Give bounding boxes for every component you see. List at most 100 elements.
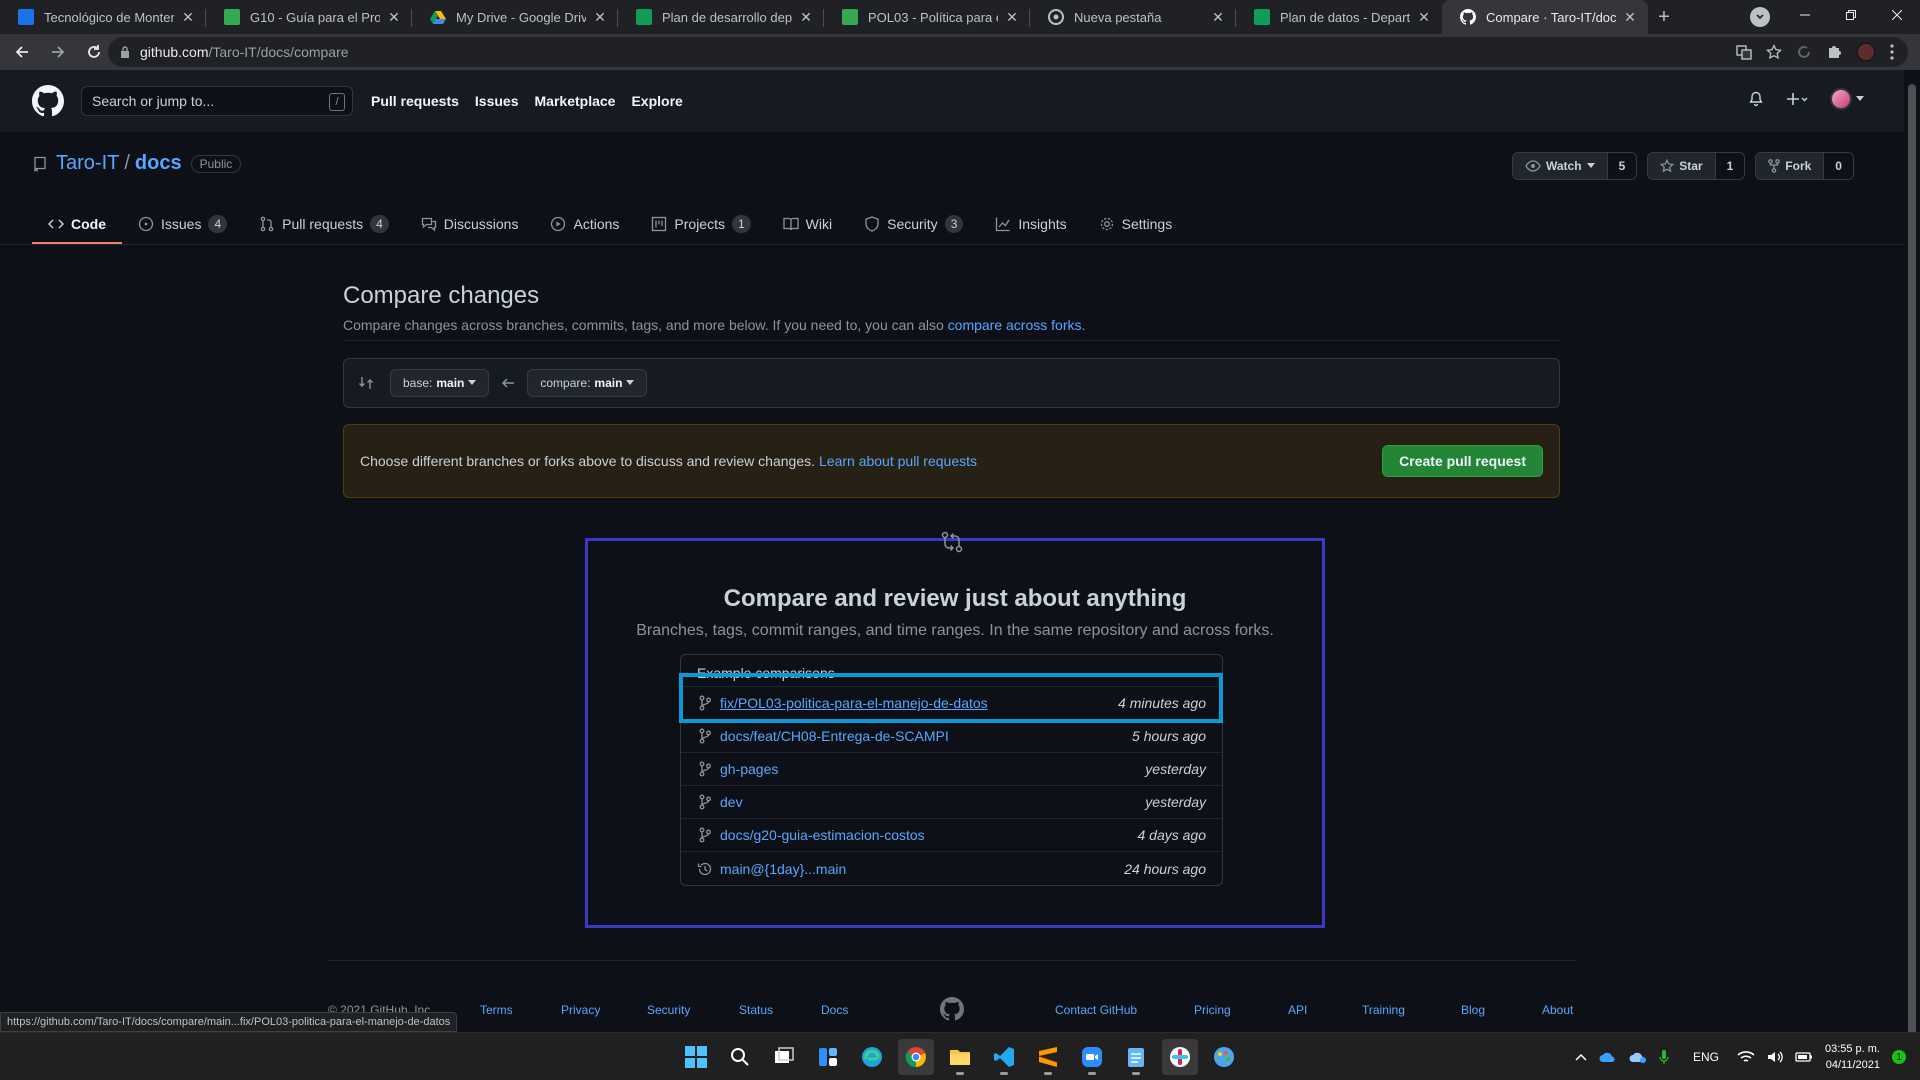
footer-link-security[interactable]: Security: [647, 1003, 690, 1017]
tab-projects[interactable]: Projects 1: [635, 204, 766, 244]
browser-tab[interactable]: My Drive - Google Drive ✕: [412, 0, 618, 34]
browser-tab[interactable]: Tecnológico de Monterrey ✕: [0, 0, 206, 34]
github-mark-icon[interactable]: [940, 997, 964, 1021]
tab-close-icon[interactable]: ✕: [1004, 9, 1020, 25]
browser-tab[interactable]: Nueva pestaña ✕: [1030, 0, 1236, 34]
footer-link-docs[interactable]: Docs: [821, 1003, 848, 1017]
volume-icon[interactable]: [1767, 1050, 1783, 1064]
tab-code[interactable]: Code: [32, 204, 122, 244]
tab-close-icon[interactable]: ✕: [180, 9, 196, 25]
tab-insights[interactable]: Insights: [979, 204, 1082, 244]
taskbar-app[interactable]: [1162, 1039, 1198, 1075]
task-view-button[interactable]: [766, 1039, 802, 1075]
tab-close-icon[interactable]: ✕: [1210, 9, 1226, 25]
restore-button[interactable]: [1828, 0, 1874, 30]
compare-across-forks-link[interactable]: compare across forks.: [948, 317, 1086, 333]
taskbar-app[interactable]: [898, 1039, 934, 1075]
list-item[interactable]: dev yesterday: [681, 786, 1222, 819]
wifi-icon[interactable]: [1737, 1050, 1755, 1064]
comparison-link[interactable]: docs/g20-guia-estimacion-costos: [720, 827, 1138, 843]
onedrive-icon[interactable]: [1599, 1051, 1617, 1063]
footer-link-privacy[interactable]: Privacy: [561, 1003, 600, 1017]
github-search-input[interactable]: Search or jump to... /: [81, 86, 353, 116]
taskbar-app[interactable]: [1118, 1039, 1154, 1075]
taskbar-app[interactable]: [1074, 1039, 1110, 1075]
taskbar-app[interactable]: [1206, 1039, 1242, 1075]
battery-icon[interactable]: [1795, 1051, 1813, 1063]
repo-owner-link[interactable]: Taro-IT: [56, 152, 119, 175]
footer-link-status[interactable]: Status: [739, 1003, 773, 1017]
github-logo-icon[interactable]: [32, 85, 64, 117]
bookmark-star-icon[interactable]: [1766, 44, 1782, 60]
translate-icon[interactable]: [1736, 44, 1752, 60]
star-count[interactable]: 1: [1715, 153, 1745, 179]
tab-actions[interactable]: Actions: [534, 204, 635, 244]
watch-count[interactable]: 5: [1607, 153, 1637, 179]
footer-link-terms[interactable]: Terms: [480, 1003, 513, 1017]
list-item[interactable]: gh-pages yesterday: [681, 753, 1222, 786]
tab-close-icon[interactable]: ✕: [1416, 9, 1432, 25]
browser-tab-active[interactable]: Compare · Taro-IT/docs ✕: [1442, 0, 1648, 34]
browser-tab[interactable]: Plan de desarrollo departa ✕: [618, 0, 824, 34]
profile-avatar[interactable]: [1856, 42, 1876, 62]
list-item[interactable]: docs/feat/CH08-Entrega-de-SCAMPI 5 hours…: [681, 720, 1222, 753]
cloud-sync-icon[interactable]: [1629, 1050, 1647, 1064]
comparison-link[interactable]: fix/POL03-politica-para-el-manejo-de-dat…: [720, 695, 1118, 711]
tab-close-icon[interactable]: ✕: [1622, 9, 1638, 25]
repo-name-link[interactable]: docs: [135, 152, 182, 175]
footer-link-api[interactable]: API: [1288, 1003, 1307, 1017]
watch-button[interactable]: Watch: [1513, 153, 1608, 179]
tab-close-icon[interactable]: ✕: [386, 9, 402, 25]
browser-tab[interactable]: G10 - Guía para el Product ✕: [206, 0, 412, 34]
reload-button[interactable]: [80, 38, 108, 66]
back-button[interactable]: [8, 38, 36, 66]
tab-search-button[interactable]: [1750, 7, 1770, 27]
footer-link-training[interactable]: Training: [1362, 1003, 1405, 1017]
fork-count[interactable]: 0: [1824, 153, 1853, 179]
notification-badge[interactable]: 1: [1892, 1050, 1906, 1064]
tab-discussions[interactable]: Discussions: [405, 204, 535, 244]
comparison-link[interactable]: gh-pages: [720, 761, 1145, 777]
footer-link-about[interactable]: About: [1542, 1003, 1573, 1017]
list-item[interactable]: docs/g20-guia-estimacion-costos 4 days a…: [681, 819, 1222, 852]
compare-branch-select[interactable]: compare: main: [527, 369, 648, 397]
nav-explore[interactable]: Explore: [631, 93, 682, 109]
nav-marketplace[interactable]: Marketplace: [535, 93, 616, 109]
tab-security[interactable]: Security 3: [848, 204, 979, 244]
list-item[interactable]: fix/POL03-politica-para-el-manejo-de-dat…: [681, 687, 1222, 720]
menu-kebab-icon[interactable]: [1890, 44, 1894, 60]
language-indicator[interactable]: ENG: [1693, 1050, 1719, 1064]
taskbar-search[interactable]: [722, 1039, 758, 1075]
tab-settings[interactable]: Settings: [1083, 204, 1189, 244]
bell-icon[interactable]: [1748, 91, 1764, 107]
comparison-link[interactable]: docs/feat/CH08-Entrega-de-SCAMPI: [720, 728, 1132, 744]
fork-button[interactable]: Fork: [1756, 153, 1825, 179]
nav-pull-requests[interactable]: Pull requests: [371, 93, 459, 109]
footer-link-pricing[interactable]: Pricing: [1194, 1003, 1231, 1017]
address-bar[interactable]: github.com/Taro-IT/docs/compare: [108, 37, 1908, 67]
scrollbar-thumb[interactable]: [1908, 84, 1916, 1050]
footer-link-contact[interactable]: Contact GitHub: [1055, 1003, 1137, 1017]
taskbar-clock[interactable]: 03:55 p. m. 04/11/2021: [1825, 1041, 1880, 1073]
nav-issues[interactable]: Issues: [475, 93, 519, 109]
taskbar-app[interactable]: [942, 1039, 978, 1075]
create-pull-request-button[interactable]: Create pull request: [1382, 445, 1543, 477]
microphone-icon[interactable]: [1659, 1049, 1669, 1065]
base-branch-select[interactable]: base: main: [390, 369, 490, 397]
comparison-link[interactable]: main@{1day}...main: [720, 861, 1124, 877]
browser-tab[interactable]: Plan de datos - Departame ✕: [1236, 0, 1442, 34]
taskbar-app[interactable]: [1030, 1039, 1066, 1075]
start-button[interactable]: [678, 1039, 714, 1075]
new-tab-button[interactable]: +: [1648, 0, 1680, 34]
minimize-button[interactable]: [1782, 0, 1828, 30]
user-menu[interactable]: [1830, 88, 1864, 110]
star-button[interactable]: Star: [1648, 153, 1716, 179]
extensions-puzzle-icon[interactable]: [1826, 44, 1842, 60]
tab-pull-requests[interactable]: Pull requests 4: [243, 204, 405, 244]
extension-logo-icon[interactable]: [1796, 44, 1812, 60]
comparison-link[interactable]: dev: [720, 794, 1145, 810]
learn-about-pull-requests-link[interactable]: Learn about pull requests: [819, 453, 977, 469]
plus-dropdown-icon[interactable]: [1786, 91, 1808, 107]
browser-tab[interactable]: POL03 - Política para el ma ✕: [824, 0, 1030, 34]
page-scrollbar[interactable]: [1904, 70, 1920, 1050]
